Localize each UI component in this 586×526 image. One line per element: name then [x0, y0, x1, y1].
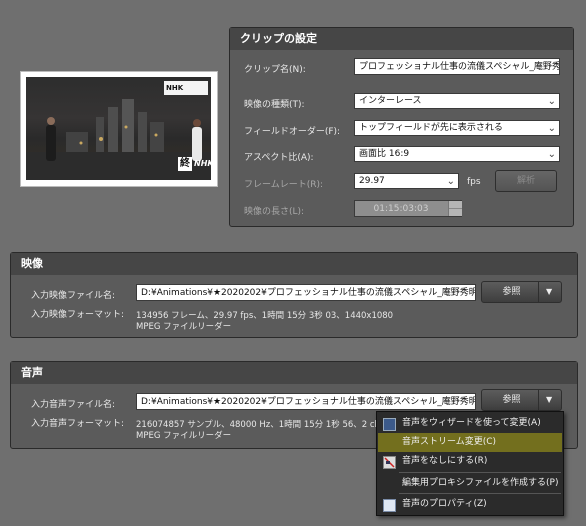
menu-separator — [399, 472, 561, 473]
menu-item-label: 音声のプロパティ(Z) — [402, 499, 487, 509]
audio-format-label: 入力音声フォーマット: — [31, 419, 125, 429]
clip-name-label: クリップ名(N): — [244, 65, 306, 75]
field-order-select[interactable]: トップフィールドが先に表示される ⌄ — [354, 120, 560, 136]
audio-input-file-field[interactable]: D:¥Animations¥★2020202¥プロフェッショナル仕事の流儀スペシ… — [136, 393, 476, 410]
field-order-value: トップフィールドが先に表示される — [359, 123, 503, 133]
video-browse-label: 参照 — [502, 287, 521, 297]
duration-label: 映像の長さ(L): — [244, 207, 305, 217]
analyze-button[interactable]: 解析 — [495, 170, 557, 192]
chevron-down-icon[interactable]: ▼ — [538, 282, 561, 302]
chevron-down-icon: ⌄ — [547, 96, 556, 107]
video-format-label: 入力映像フォーマット: — [31, 310, 125, 320]
fps-unit: fps — [467, 177, 481, 187]
thumbnail-frame: NHK 終 NHK — [26, 77, 211, 180]
audio-format-line2: MPEG ファイルリーダー — [136, 431, 232, 441]
menu-item-no-audio[interactable]: 音声をなしにする(R) — [378, 452, 562, 471]
menu-item-audio-properties[interactable]: 音声のプロパティ(Z) — [378, 495, 562, 514]
menu-item-audio-wizard[interactable]: 音声をウィザードを使って変更(A) — [378, 414, 562, 433]
audio-input-file-label: 入力音声ファイル名: — [31, 400, 116, 410]
duration-spinner[interactable] — [448, 201, 462, 216]
duration-field[interactable]: 01:15:03:03 — [354, 200, 462, 217]
aspect-label: アスペクト比(A): — [244, 153, 314, 163]
video-panel-title: 映像 — [11, 253, 577, 275]
duration-value: 01:15:03:03 — [373, 204, 429, 214]
menu-item-label: 音声ストリーム変更(C) — [402, 437, 497, 447]
menu-item-change-audio-stream[interactable]: 音声ストリーム変更(C) — [378, 433, 562, 452]
end-badge-logo: NHK — [194, 159, 211, 168]
menu-item-label: 音声をウィザードを使って変更(A) — [402, 418, 541, 428]
video-input-file-label: 入力映像ファイル名: — [31, 291, 116, 301]
frame-rate-select[interactable]: 29.97 ⌄ — [354, 173, 459, 189]
frame-rate-value: 29.97 — [359, 176, 385, 186]
video-type-label: 映像の種類(T): — [244, 100, 305, 110]
audio-browse-label: 参照 — [502, 395, 521, 405]
clip-settings-panel: クリップの設定 クリップ名(N): プロフェッショナル仕事の流儀スペシャル_庵野… — [229, 27, 574, 227]
end-badge: 終 — [178, 157, 192, 171]
video-thumbnail: NHK 終 NHK — [20, 71, 218, 187]
frame-rate-label: フレームレート(R): — [244, 180, 324, 190]
video-format-line2: MPEG ファイルリーダー — [136, 322, 232, 332]
clip-settings-title: クリップの設定 — [230, 28, 573, 50]
menu-item-label: 編集用プロキシファイルを作成する(P) — [402, 478, 559, 488]
clip-name-field[interactable]: プロフェッショナル仕事の流儀スペシャル_庵野秀明 — [354, 58, 560, 75]
spinner-up-icon[interactable] — [449, 201, 462, 209]
audio-browse-button[interactable]: 参照 ▼ — [481, 389, 562, 411]
wizard-icon — [383, 418, 396, 431]
video-input-file-field[interactable]: D:¥Animations¥★2020202¥プロフェッショナル仕事の流儀スペシ… — [136, 284, 476, 301]
chevron-down-icon: ⌄ — [547, 149, 556, 160]
video-panel: 映像 入力映像ファイル名: D:¥Animations¥★2020202¥プロフ… — [10, 252, 578, 338]
video-type-value: インターレース — [359, 96, 422, 106]
video-browse-button[interactable]: 参照 ▼ — [481, 281, 562, 303]
menu-item-create-proxy[interactable]: 編集用プロキシファイルを作成する(P) — [378, 474, 562, 493]
aspect-value: 画面比 16:9 — [359, 149, 410, 159]
audio-context-menu: 音声をウィザードを使って変更(A) 音声ストリーム変更(C) 音声をなしにする(… — [376, 411, 564, 516]
chevron-down-icon: ⌄ — [547, 123, 556, 134]
video-type-select[interactable]: インターレース ⌄ — [354, 93, 560, 109]
no-audio-icon — [383, 456, 396, 469]
chevron-down-icon[interactable]: ▼ — [538, 390, 561, 410]
properties-icon — [383, 499, 396, 512]
menu-separator — [399, 493, 561, 494]
aspect-select[interactable]: 画面比 16:9 ⌄ — [354, 146, 560, 162]
nhk-logo: NHK — [164, 81, 208, 95]
field-order-label: フィールドオーダー(F): — [244, 127, 341, 137]
menu-item-label: 音声をなしにする(R) — [402, 456, 488, 466]
chevron-down-icon: ⌄ — [446, 176, 455, 187]
audio-panel-title: 音声 — [11, 362, 577, 384]
